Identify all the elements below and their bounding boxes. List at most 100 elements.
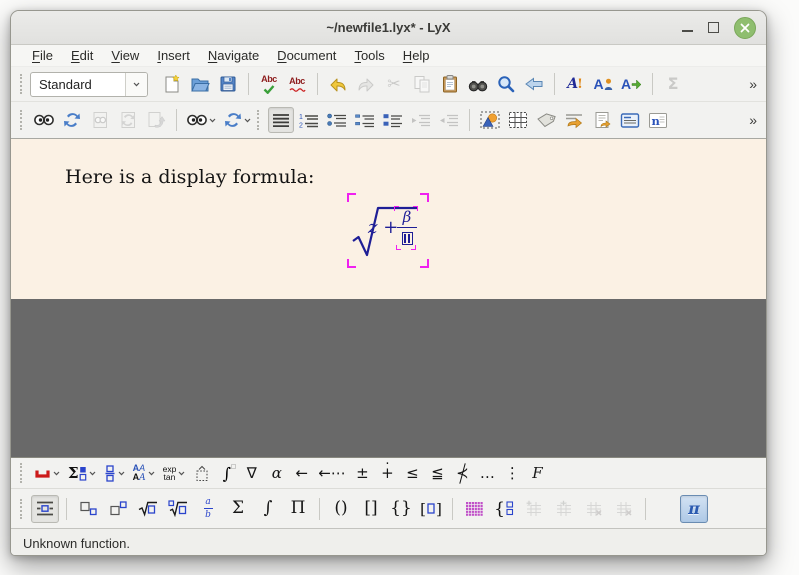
toolbar-overflow-button[interactable]: » <box>749 112 759 128</box>
subscript-button[interactable] <box>74 495 102 523</box>
increase-depth-button[interactable] <box>408 107 434 133</box>
labeling-list-button[interactable] <box>380 107 406 133</box>
open-document-button[interactable] <box>187 71 213 97</box>
document-page[interactable]: Here is a display formula: z + β <box>11 139 766 299</box>
insert-math-button[interactable]: Σ <box>660 71 686 97</box>
menu-insert[interactable]: Insert <box>148 46 199 65</box>
paste-button[interactable] <box>437 71 463 97</box>
insert-table-button[interactable] <box>505 107 531 133</box>
square-root-button[interactable] <box>134 495 162 523</box>
integrals-panel-button[interactable]: ∫ <box>215 461 238 485</box>
find-and-replace-button[interactable] <box>465 71 491 97</box>
numbered-list-button[interactable]: 12 <box>296 107 322 133</box>
view-master-document-button[interactable] <box>87 107 113 133</box>
relations-button[interactable]: ≤ <box>401 461 424 485</box>
toolbar-grip[interactable] <box>20 110 23 130</box>
update-other-formats-button[interactable] <box>221 107 254 133</box>
menu-edit[interactable]: Edit <box>62 46 102 65</box>
operators-panel-button[interactable]: ∇ <box>240 461 263 485</box>
update-master-document-button[interactable] <box>115 107 141 133</box>
insert-label-button[interactable] <box>533 107 559 133</box>
big-operators-button[interactable]: Σ <box>65 461 99 485</box>
document-workspace[interactable]: Here is a display formula: z + β <box>11 139 766 457</box>
undo-button[interactable] <box>325 71 351 97</box>
functions-button[interactable]: exptan <box>160 461 189 485</box>
toolbar-overflow-button[interactable]: » <box>749 76 759 92</box>
extensible-arrows-button[interactable]: ←⋯ <box>315 461 349 485</box>
find-button[interactable] <box>493 71 519 97</box>
toolbar-grip[interactable] <box>20 463 23 483</box>
insert-note-button[interactable]: n <box>645 107 671 133</box>
empty-math-box[interactable] <box>402 232 413 245</box>
spellcheck-continuously-button[interactable]: Abc <box>284 71 310 97</box>
binary-operators-button[interactable]: ± <box>351 461 374 485</box>
fraction-button[interactable]: ab <box>194 495 222 523</box>
custom-delimiters-button[interactable]: [] <box>417 495 445 523</box>
bullet-list-button[interactable] <box>324 107 350 133</box>
apply-last-style-button[interactable]: A <box>618 71 645 97</box>
paragraph-style-button[interactable] <box>268 107 294 133</box>
fraction-styles-button[interactable] <box>101 461 128 485</box>
formula-fraction[interactable]: β <box>396 208 418 245</box>
toggle-noun-button[interactable]: A <box>590 71 616 97</box>
integral-button[interactable]: ∫ <box>254 495 282 523</box>
superscript-button[interactable] <box>104 495 132 523</box>
cut-button[interactable]: ✂ <box>381 71 407 97</box>
close-icon[interactable] <box>734 17 756 39</box>
delete-column-button[interactable] <box>610 495 638 523</box>
navigate-back-button[interactable] <box>521 71 547 97</box>
menu-help[interactable]: Help <box>394 46 439 65</box>
dotted-operators-button[interactable]: + <box>376 461 399 485</box>
update-other-document-button[interactable] <box>143 107 169 133</box>
insert-cross-reference-button[interactable] <box>561 107 587 133</box>
toggle-emphasis-button[interactable]: A! <box>562 71 588 97</box>
decorations-button[interactable] <box>190 461 213 485</box>
check-spelling-button[interactable]: Abc <box>256 71 282 97</box>
toolbar-grip[interactable] <box>20 74 23 94</box>
add-row-button[interactable] <box>520 495 548 523</box>
display-formula-inset[interactable]: z + β <box>347 193 429 268</box>
titlebar[interactable]: ~/newfile1.lyx* - LyX <box>11 11 766 45</box>
arrows-panel-button[interactable]: ← <box>290 461 313 485</box>
delete-row-button[interactable] <box>580 495 608 523</box>
copy-button[interactable] <box>409 71 435 97</box>
insert-graphics-button[interactable] <box>477 107 503 133</box>
display-formula-button[interactable] <box>31 495 59 523</box>
toolbar-grip[interactable] <box>20 499 23 519</box>
parentheses-button[interactable]: () <box>327 495 355 523</box>
insert-footnote-button[interactable] <box>589 107 615 133</box>
math-text-styles-button[interactable]: AAAA <box>130 461 158 485</box>
add-column-button[interactable] <box>550 495 578 523</box>
ams-relations-button[interactable]: ≦ <box>426 461 449 485</box>
brackets-button[interactable]: [] <box>357 495 385 523</box>
update-button[interactable] <box>59 107 85 133</box>
view-button[interactable] <box>31 107 57 133</box>
dots-panel-button[interactable]: … <box>476 461 499 485</box>
new-document-button[interactable] <box>159 71 185 97</box>
decrease-depth-button[interactable] <box>436 107 462 133</box>
layout-combo[interactable]: Standard <box>30 72 148 97</box>
greek-letters-button[interactable]: α <box>265 461 288 485</box>
insert-box-button[interactable] <box>617 107 643 133</box>
menu-tools[interactable]: Tools <box>345 46 393 65</box>
minimize-icon[interactable] <box>682 30 693 32</box>
math-spacing-button[interactable] <box>31 461 63 485</box>
insert-matrix-button[interactable] <box>460 495 488 523</box>
save-document-button[interactable] <box>215 71 241 97</box>
description-list-button[interactable] <box>352 107 378 133</box>
maximize-icon[interactable] <box>708 22 719 33</box>
toolbar-grip[interactable] <box>257 110 260 130</box>
menu-file[interactable]: File <box>23 46 62 65</box>
insert-cases-button[interactable]: { <box>490 495 518 523</box>
more-dots-button[interactable]: ⋮ <box>501 461 524 485</box>
product-button[interactable]: Π <box>284 495 312 523</box>
braces-button[interactable]: {} <box>387 495 415 523</box>
toggle-math-panels-button[interactable]: π <box>680 495 708 523</box>
menu-document[interactable]: Document <box>268 46 345 65</box>
ams-letters-button[interactable]: F <box>526 461 549 485</box>
redo-button[interactable] <box>353 71 379 97</box>
nth-root-button[interactable] <box>164 495 192 523</box>
menu-view[interactable]: View <box>102 46 148 65</box>
negated-relations-button[interactable]: ≺ <box>451 461 474 485</box>
view-other-formats-button[interactable] <box>184 107 219 133</box>
